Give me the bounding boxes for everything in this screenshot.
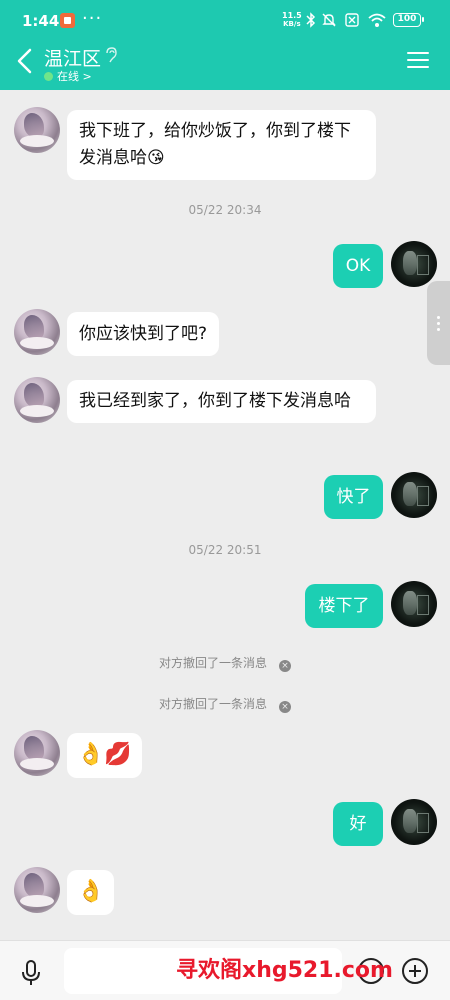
message-text: 你应该快到了吧?	[79, 324, 208, 344]
message-bubble-right[interactable]: 楼下了	[305, 584, 383, 628]
presence-status[interactable]: 在线 >	[44, 68, 92, 84]
message-bubble-left[interactable]: 👌💋	[67, 733, 142, 778]
message-emoji: 👌	[77, 879, 105, 904]
timestamp: 05/22 20:51	[188, 543, 262, 557]
message-bubble-right[interactable]: 快了	[324, 475, 383, 519]
contact-avatar[interactable]	[14, 867, 60, 913]
microphone-icon[interactable]	[20, 959, 42, 987]
battery-icon: 100	[393, 13, 424, 27]
message-text: 楼下了	[318, 596, 370, 616]
message-emoji: 👌💋	[77, 742, 132, 767]
message-bubble-left[interactable]: 我已经到家了，你到了楼下发消息哈	[67, 380, 376, 423]
my-avatar[interactable]	[391, 581, 437, 627]
recall-text: 对方撤回了一条消息	[158, 656, 267, 670]
online-dot-icon	[44, 72, 53, 81]
message-text: 好	[349, 814, 367, 834]
my-avatar[interactable]	[391, 241, 437, 287]
recall-notice: 对方撤回了一条消息 ×	[0, 695, 450, 713]
close-icon[interactable]: ×	[279, 660, 291, 672]
network-speed: 11.5 KB/s	[282, 11, 302, 29]
ear-icon	[106, 47, 117, 63]
contact-avatar[interactable]	[14, 377, 60, 423]
app-notification-icon	[60, 13, 75, 28]
my-avatar[interactable]	[391, 472, 437, 518]
more-notifications-icon: ···	[82, 8, 103, 29]
bluetooth-icon	[306, 12, 316, 28]
recall-text: 对方撤回了一条消息	[158, 697, 267, 711]
contact-name[interactable]: 温江区	[44, 44, 101, 71]
top-bar: 1:44 ··· 11.5 KB/s 100 温江区 在线 >	[0, 0, 450, 90]
contact-avatar[interactable]	[14, 309, 60, 355]
message-bubble-left[interactable]: 我下班了，给你炒饭了，你到了楼下发消息哈😘	[67, 110, 376, 180]
back-arrow-icon[interactable]	[14, 47, 36, 75]
wifi-icon	[368, 13, 386, 27]
message-bubble-right[interactable]: OK	[333, 244, 383, 288]
menu-icon[interactable]	[407, 52, 429, 70]
my-avatar[interactable]	[391, 799, 437, 845]
side-drawer-handle[interactable]	[427, 281, 450, 365]
message-bubble-left[interactable]: 👌	[67, 870, 115, 915]
status-bar: 1:44 ··· 11.5 KB/s 100	[0, 0, 450, 40]
message-text: 我下班了，给你炒饭了，你到了楼下发消息哈😘	[79, 121, 351, 168]
recall-notice: 对方撤回了一条消息 ×	[0, 654, 450, 672]
watermark: 寻欢阁xhg521.com	[176, 958, 393, 983]
close-icon[interactable]: ×	[279, 701, 291, 713]
mute-bell-icon	[322, 13, 336, 27]
message-text: OK	[345, 256, 371, 276]
network-speed-unit: KB/s	[283, 20, 301, 28]
message-bubble-left[interactable]: 你应该快到了吧?	[67, 312, 220, 356]
contact-avatar[interactable]	[14, 107, 60, 153]
message-text: 我已经到家了，你到了楼下发消息哈	[79, 391, 351, 411]
add-attachment-button[interactable]	[402, 958, 428, 984]
presence-label: 在线	[57, 70, 79, 83]
message-text: 快了	[336, 487, 371, 507]
contact-avatar[interactable]	[14, 730, 60, 776]
network-speed-value: 11.5	[282, 11, 302, 20]
status-time: 1:44	[22, 12, 60, 30]
timestamp: 05/22 20:34	[188, 203, 262, 217]
message-bubble-right[interactable]: 好	[333, 802, 383, 846]
presence-chevron-icon: >	[82, 70, 92, 83]
sim-off-icon	[345, 13, 359, 27]
